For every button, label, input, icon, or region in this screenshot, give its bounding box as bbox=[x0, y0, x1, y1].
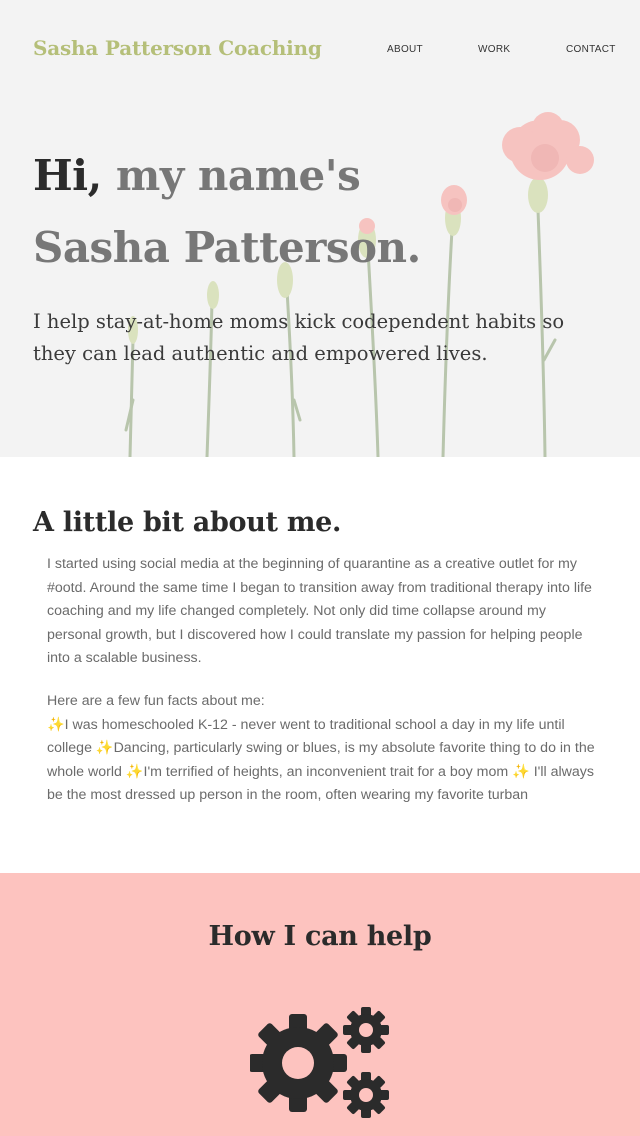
hero-title: Hi, my name's Sasha Patterson. bbox=[33, 140, 421, 284]
hero-greeting: Hi, bbox=[33, 151, 102, 200]
about-paragraph: I started using social media at the begi… bbox=[47, 556, 592, 667]
fun-facts: Here are a few fun facts about me: ✨I was… bbox=[47, 690, 599, 808]
fun-facts-intro: Here are a few fun facts about me: bbox=[47, 692, 265, 709]
brand-logo[interactable]: Sasha Patterson Coaching bbox=[33, 36, 322, 60]
about-title: A little bit about me. bbox=[33, 507, 342, 538]
help-title: How I can help bbox=[208, 921, 432, 952]
hero-title-rest: my name's bbox=[101, 151, 361, 200]
gears-icon bbox=[250, 1007, 389, 1118]
nav-contact-link[interactable]: CONTACT bbox=[566, 44, 616, 55]
nav-about-link[interactable]: ABOUT bbox=[387, 44, 423, 55]
fun-facts-list: ✨I was homeschooled K-12 - never went to… bbox=[47, 716, 595, 804]
nav-work-link[interactable]: WORK bbox=[478, 44, 510, 55]
hero-subtitle: I help stay-at-home moms kick codependen… bbox=[33, 310, 565, 365]
about-section: A little bit about me. I started using s… bbox=[0, 457, 640, 873]
hero-title-name: Sasha Patterson. bbox=[33, 223, 421, 272]
hero-section: Sasha Patterson Coaching ABOUT WORK CONT… bbox=[0, 0, 640, 457]
about-body: I started using social media at the begi… bbox=[47, 553, 599, 808]
help-section: How I can help bbox=[0, 873, 640, 1136]
